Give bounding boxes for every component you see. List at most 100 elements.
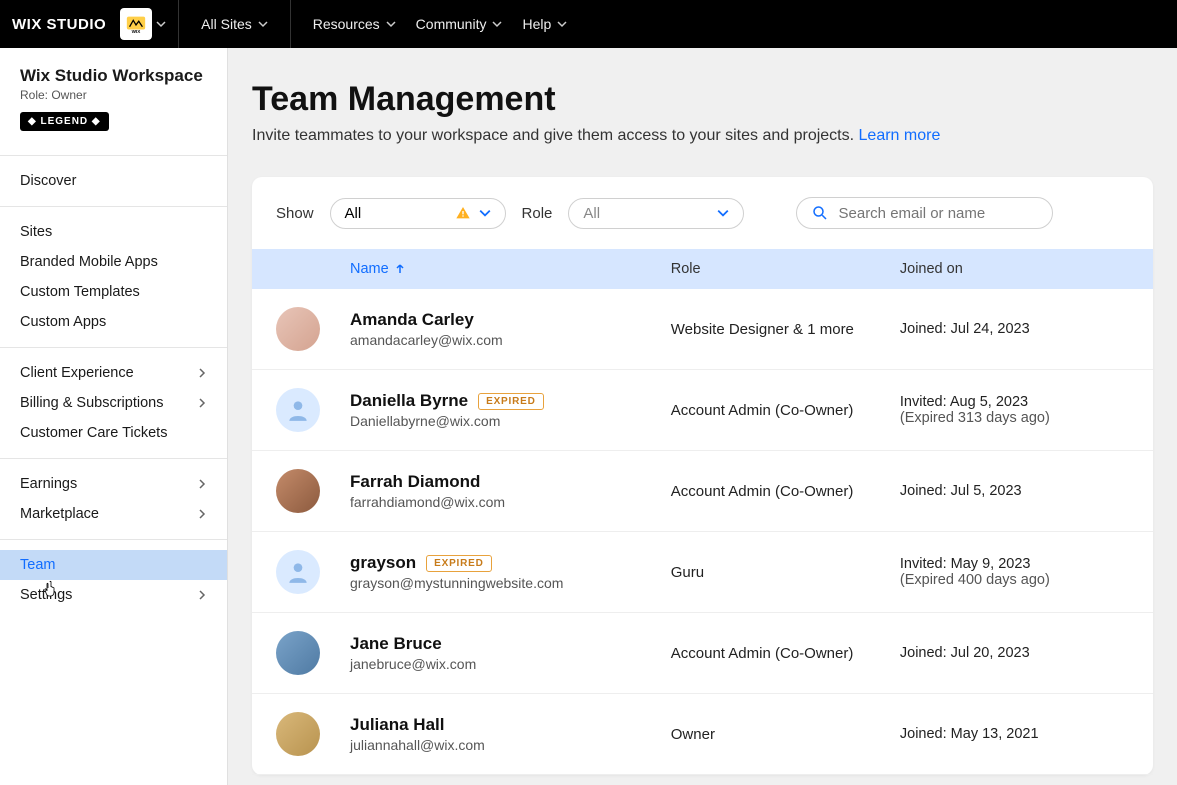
- chevron-down-icon: [386, 19, 396, 29]
- avatar: [276, 712, 320, 756]
- member-name: Juliana Hall: [350, 715, 444, 735]
- sidebar-item-client-experience[interactable]: Client Experience: [0, 358, 227, 388]
- avatar: [276, 307, 320, 351]
- top-nav: WIX STUDIO WIX All Sites Resources Commu…: [0, 0, 1177, 48]
- sidebar-item-label: Custom Templates: [20, 284, 140, 300]
- table-row[interactable]: Juliana Hall juliannahall@wix.comOwnerJoi…: [252, 694, 1153, 775]
- member-role: Account Admin (Co-Owner): [671, 483, 900, 500]
- team-card: Show All Role All: [252, 177, 1153, 775]
- role-label: Role: [522, 205, 553, 222]
- chevron-right-icon: [197, 509, 207, 519]
- member-name: Amanda Carley: [350, 310, 474, 330]
- chevron-right-icon: [197, 368, 207, 378]
- member-name: Jane Bruce: [350, 634, 442, 654]
- header-joined[interactable]: Joined on: [900, 261, 1129, 277]
- search-icon: [811, 204, 829, 222]
- main-content: Team Management Invite teammates to your…: [228, 48, 1177, 785]
- member-role: Owner: [671, 726, 900, 743]
- workspace-title: Wix Studio Workspace: [20, 66, 207, 86]
- table-row[interactable]: graysonEXPIREDgrayson@mystunningwebsite.…: [252, 532, 1153, 613]
- role-dropdown-value: All: [583, 205, 600, 222]
- chevron-down-icon: [492, 19, 502, 29]
- sidebar-item-label: Customer Care Tickets: [20, 425, 167, 441]
- sidebar-item-label: Branded Mobile Apps: [20, 254, 158, 270]
- table-row[interactable]: Amanda Carley amandacarley@wix.comWebsite…: [252, 289, 1153, 370]
- nav-help[interactable]: Help: [512, 16, 577, 32]
- role-dropdown[interactable]: All: [568, 198, 744, 229]
- show-label: Show: [276, 205, 314, 222]
- member-joined: Joined: Jul 24, 2023: [900, 321, 1129, 337]
- sidebar-item-earnings[interactable]: Earnings: [0, 469, 227, 499]
- chevron-down-icon: [557, 19, 567, 29]
- member-role: Website Designer & 1 more: [671, 321, 900, 338]
- member-email: farrahdiamond@wix.com: [350, 494, 671, 510]
- learn-more-link[interactable]: Learn more: [859, 127, 941, 144]
- sidebar-item-label: Client Experience: [20, 365, 134, 381]
- workspace-role: Role: Owner: [20, 88, 207, 102]
- page-title: Team Management: [252, 80, 1153, 119]
- member-joined: Joined: May 13, 2021: [900, 726, 1129, 742]
- member-email: amandacarley@wix.com: [350, 332, 671, 348]
- header-role[interactable]: Role: [671, 261, 900, 277]
- member-name: Farrah Diamond: [350, 472, 480, 492]
- sidebar-item-label: Sites: [20, 224, 52, 240]
- nav-community[interactable]: Community: [406, 16, 513, 32]
- chevron-down-icon[interactable]: [156, 19, 166, 29]
- chevron-down-icon: [479, 207, 491, 219]
- nav-resources[interactable]: Resources: [303, 16, 406, 32]
- member-joined: Joined: Jul 20, 2023: [900, 645, 1129, 661]
- sidebar: Wix Studio Workspace Role: Owner ◆ LEGEN…: [0, 48, 228, 785]
- sidebar-item-custom-templates[interactable]: Custom Templates: [0, 277, 227, 307]
- sidebar-item-sites[interactable]: Sites: [0, 217, 227, 247]
- svg-text:WIX: WIX: [132, 29, 142, 34]
- sidebar-item-label: Earnings: [20, 476, 77, 492]
- page-subtitle: Invite teammates to your workspace and g…: [252, 127, 1153, 145]
- header-name[interactable]: Name: [350, 261, 671, 277]
- avatar: [276, 469, 320, 513]
- wix-studio-logo: WIX STUDIO: [12, 16, 106, 33]
- sidebar-item-label: Marketplace: [20, 506, 99, 522]
- sidebar-item-label: Billing & Subscriptions: [20, 395, 163, 411]
- show-dropdown[interactable]: All: [330, 198, 506, 229]
- sidebar-item-label: Team: [20, 557, 55, 573]
- nav-all-sites[interactable]: All Sites: [191, 16, 278, 32]
- chevron-right-icon: [197, 479, 207, 489]
- nav-help-label: Help: [522, 16, 551, 32]
- member-name: grayson: [350, 553, 416, 573]
- page-subtitle-text: Invite teammates to your workspace and g…: [252, 127, 859, 144]
- sidebar-item-label: Discover: [20, 173, 76, 189]
- member-role: Account Admin (Co-Owner): [671, 402, 900, 419]
- sidebar-item-discover[interactable]: Discover: [0, 166, 227, 196]
- show-dropdown-value: All: [345, 205, 362, 222]
- app-switcher-icon[interactable]: WIX: [120, 8, 152, 40]
- member-email: Daniellabyrne@wix.com: [350, 413, 671, 429]
- member-role: Guru: [671, 564, 900, 581]
- member-joined: Invited: May 9, 2023(Expired 400 days ag…: [900, 556, 1129, 588]
- member-email: grayson@mystunningwebsite.com: [350, 575, 671, 591]
- member-email: juliannahall@wix.com: [350, 737, 671, 753]
- sidebar-item-label: Settings: [20, 587, 72, 603]
- table-row[interactable]: Daniella ByrneEXPIREDDaniellabyrne@wix.c…: [252, 370, 1153, 451]
- expired-badge: EXPIRED: [478, 393, 544, 410]
- warning-icon: [455, 205, 471, 221]
- avatar: [276, 631, 320, 675]
- search-box[interactable]: [796, 197, 1053, 229]
- avatar: [276, 550, 320, 594]
- sidebar-item-marketplace[interactable]: Marketplace: [0, 499, 227, 529]
- table-row[interactable]: Farrah Diamond farrahdiamond@wix.comAccou…: [252, 451, 1153, 532]
- header-name-label: Name: [350, 261, 389, 277]
- table-row[interactable]: Jane Brucejanebruce@wix.comAccount Admin…: [252, 613, 1153, 694]
- search-input[interactable]: [839, 205, 1038, 222]
- sidebar-item-label: Custom Apps: [20, 314, 106, 330]
- sidebar-item-branded-mobile-apps[interactable]: Branded Mobile Apps: [0, 247, 227, 277]
- sidebar-item-team[interactable]: Team: [0, 550, 227, 580]
- chevron-down-icon: [258, 19, 268, 29]
- member-role: Account Admin (Co-Owner): [671, 645, 900, 662]
- sidebar-item-customer-care-tickets[interactable]: Customer Care Tickets: [0, 418, 227, 448]
- avatar: [276, 388, 320, 432]
- nav-resources-label: Resources: [313, 16, 380, 32]
- chevron-right-icon: [197, 398, 207, 408]
- sidebar-item-settings[interactable]: Settings: [0, 580, 227, 610]
- sidebar-item-billing-subscriptions[interactable]: Billing & Subscriptions: [0, 388, 227, 418]
- sidebar-item-custom-apps[interactable]: Custom Apps: [0, 307, 227, 337]
